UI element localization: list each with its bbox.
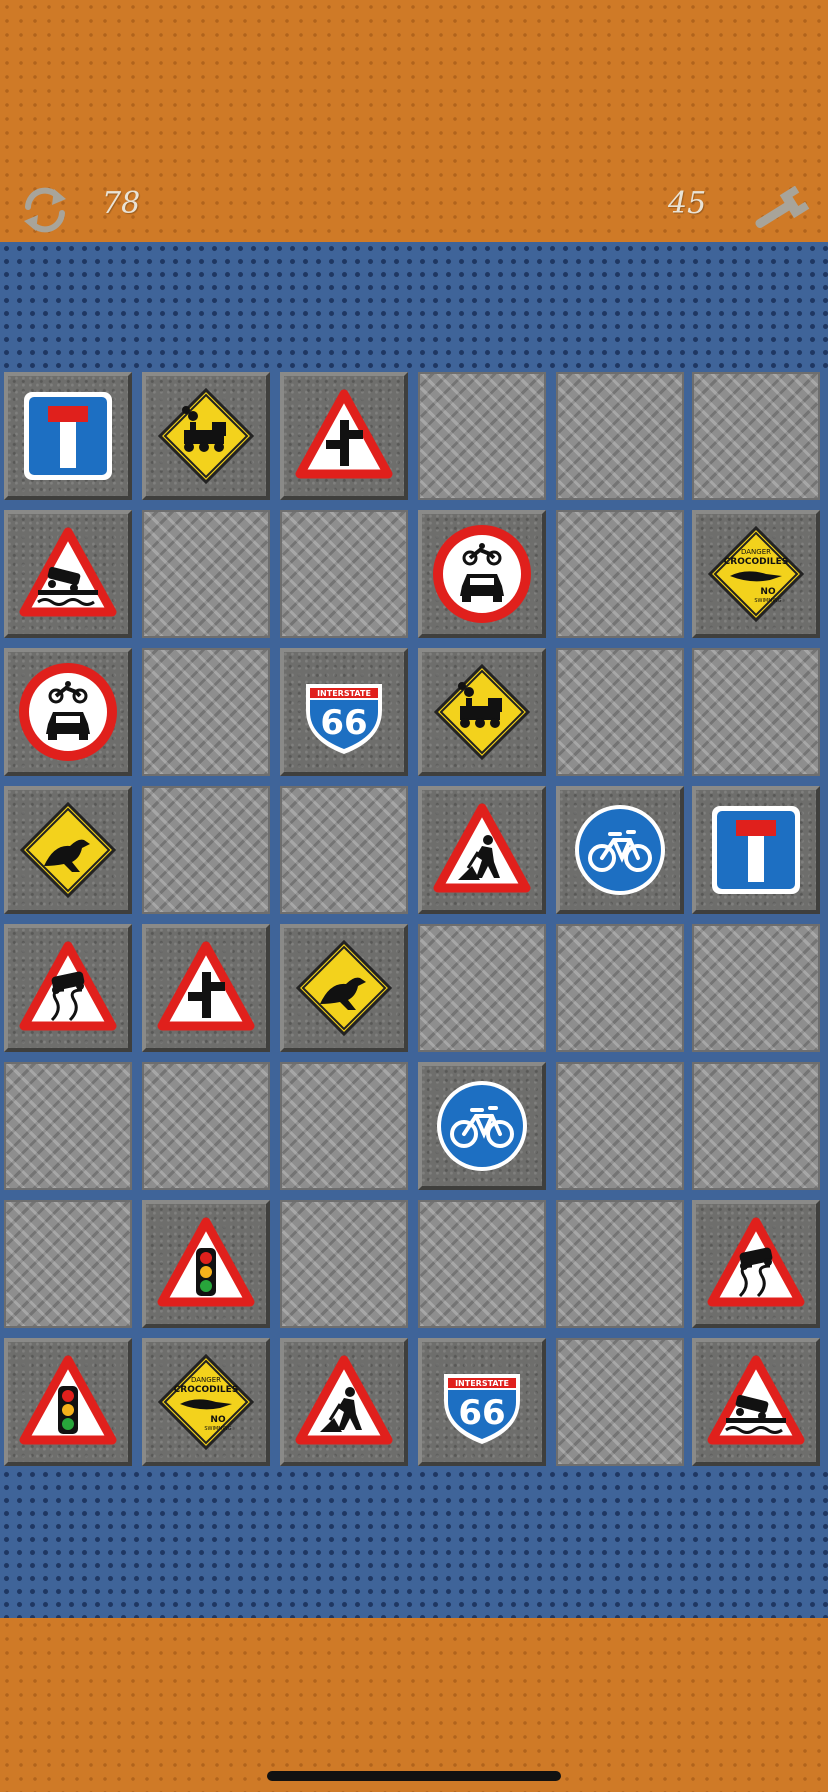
board-header-strip bbox=[0, 242, 828, 370]
tile-traffic-signals[interactable] bbox=[4, 1338, 132, 1466]
cycle-route-sign-icon bbox=[437, 1081, 527, 1171]
tile-no-motor-vehicles[interactable] bbox=[4, 648, 132, 776]
tile-hidden[interactable] bbox=[556, 510, 684, 638]
restart-arrows-icon bbox=[24, 187, 66, 233]
tile-side-road[interactable] bbox=[142, 924, 270, 1052]
tile-hidden[interactable] bbox=[556, 924, 684, 1052]
roadworks-sign-icon bbox=[295, 1355, 393, 1445]
moves-counter: 78 bbox=[102, 186, 141, 221]
slippery-road-sign-icon bbox=[707, 1217, 805, 1307]
tile-hidden[interactable] bbox=[142, 648, 270, 776]
tile-hidden[interactable] bbox=[556, 1062, 684, 1190]
tile-hidden[interactable] bbox=[4, 1200, 132, 1328]
tile-kangaroo[interactable] bbox=[280, 924, 408, 1052]
tile-interstate-66[interactable]: INTERSTATE 66 bbox=[418, 1338, 546, 1466]
roadworks-sign-icon bbox=[433, 803, 531, 893]
tile-slippery-road[interactable] bbox=[692, 1200, 820, 1328]
tile-slippery-road[interactable] bbox=[4, 924, 132, 1052]
bottom-bar bbox=[0, 1618, 828, 1792]
tile-quayside[interactable] bbox=[692, 1338, 820, 1466]
tile-kangaroo[interactable] bbox=[4, 786, 132, 914]
tile-hidden[interactable] bbox=[556, 648, 684, 776]
tile-steam-train[interactable] bbox=[418, 648, 546, 776]
tile-hidden[interactable] bbox=[280, 510, 408, 638]
svg-text:SWIMMING: SWIMMING bbox=[204, 1426, 231, 1432]
steam-train-sign-icon bbox=[157, 387, 255, 485]
svg-text:DANGER: DANGER bbox=[191, 1376, 221, 1384]
tile-no-motor-vehicles[interactable] bbox=[418, 510, 546, 638]
tile-dead-end[interactable] bbox=[692, 786, 820, 914]
home-indicator bbox=[267, 1771, 561, 1781]
tile-hidden[interactable] bbox=[280, 1062, 408, 1190]
tile-hidden[interactable] bbox=[556, 1338, 684, 1466]
restart-button[interactable] bbox=[18, 183, 72, 237]
interstate-66-sign-icon: INTERSTATE 66 bbox=[444, 1374, 520, 1444]
tile-hidden[interactable] bbox=[280, 786, 408, 914]
svg-text:66: 66 bbox=[458, 1393, 505, 1433]
cycle-route-sign-icon bbox=[575, 805, 665, 895]
svg-text:SWIMMING: SWIMMING bbox=[754, 598, 781, 604]
wrench-icon bbox=[755, 185, 810, 229]
tile-roadworks[interactable] bbox=[418, 786, 546, 914]
pairs-counter: 45 bbox=[668, 186, 707, 221]
tile-hidden[interactable] bbox=[418, 1200, 546, 1328]
tile-roadworks[interactable] bbox=[280, 1338, 408, 1466]
tile-hidden[interactable] bbox=[556, 1200, 684, 1328]
svg-text:CROCODILES: CROCODILES bbox=[724, 557, 789, 567]
tile-dead-end[interactable] bbox=[4, 372, 132, 500]
tile-quayside[interactable] bbox=[4, 510, 132, 638]
tile-hidden[interactable] bbox=[280, 1200, 408, 1328]
dead-end-sign-icon bbox=[712, 806, 800, 894]
traffic-signals-sign-icon bbox=[19, 1355, 117, 1445]
tile-cycle-route[interactable] bbox=[418, 1062, 546, 1190]
interstate-66-sign-icon: INTERSTATE 66 bbox=[306, 684, 382, 754]
tile-crocodiles[interactable]: DANGER CROCODILES NO SWIMMING bbox=[692, 510, 820, 638]
tile-hidden[interactable] bbox=[4, 1062, 132, 1190]
tile-hidden[interactable] bbox=[692, 372, 820, 500]
tile-cycle-route[interactable] bbox=[556, 786, 684, 914]
tile-hidden[interactable] bbox=[142, 1062, 270, 1190]
no-motor-vehicles-sign-icon bbox=[19, 663, 117, 761]
tile-hidden[interactable] bbox=[556, 372, 684, 500]
svg-text:NO: NO bbox=[210, 1415, 226, 1425]
no-motor-vehicles-sign-icon bbox=[433, 525, 531, 623]
tile-hidden[interactable] bbox=[692, 648, 820, 776]
dead-end-sign-icon bbox=[24, 392, 112, 480]
tile-interstate-66[interactable]: INTERSTATE 66 bbox=[280, 648, 408, 776]
tile-hidden[interactable] bbox=[418, 924, 546, 1052]
steam-train-sign-icon bbox=[433, 663, 531, 761]
crocodiles-sign-icon: DANGER CROCODILES NO SWIMMING bbox=[707, 525, 805, 623]
tile-hidden[interactable] bbox=[142, 510, 270, 638]
svg-text:INTERSTATE: INTERSTATE bbox=[455, 1379, 509, 1388]
tile-steam-train[interactable] bbox=[142, 372, 270, 500]
svg-text:DANGER: DANGER bbox=[741, 548, 771, 556]
slippery-road-sign-icon bbox=[19, 941, 117, 1031]
tile-hidden[interactable] bbox=[692, 924, 820, 1052]
tile-crocodiles[interactable]: DANGER CROCODILES NO SWIMMING bbox=[142, 1338, 270, 1466]
svg-text:CROCODILES: CROCODILES bbox=[174, 1385, 239, 1395]
tile-hidden[interactable] bbox=[418, 372, 546, 500]
traffic-signals-sign-icon bbox=[157, 1217, 255, 1307]
settings-button[interactable] bbox=[748, 185, 810, 236]
tile-side-road[interactable] bbox=[280, 372, 408, 500]
board-footer-strip bbox=[0, 1468, 828, 1618]
svg-text:NO: NO bbox=[760, 587, 776, 597]
quayside-sign-icon bbox=[19, 527, 117, 617]
side-road-sign-icon bbox=[157, 941, 255, 1031]
tile-hidden[interactable] bbox=[142, 786, 270, 914]
svg-text:66: 66 bbox=[320, 703, 367, 743]
crocodiles-sign-icon: DANGER CROCODILES NO SWIMMING bbox=[157, 1353, 255, 1451]
quayside-sign-icon bbox=[707, 1355, 805, 1445]
svg-text:INTERSTATE: INTERSTATE bbox=[317, 689, 371, 698]
kangaroo-sign-icon bbox=[295, 939, 393, 1037]
tile-traffic-signals[interactable] bbox=[142, 1200, 270, 1328]
tile-hidden[interactable] bbox=[692, 1062, 820, 1190]
kangaroo-sign-icon bbox=[19, 801, 117, 899]
side-road-sign-icon bbox=[295, 389, 393, 479]
